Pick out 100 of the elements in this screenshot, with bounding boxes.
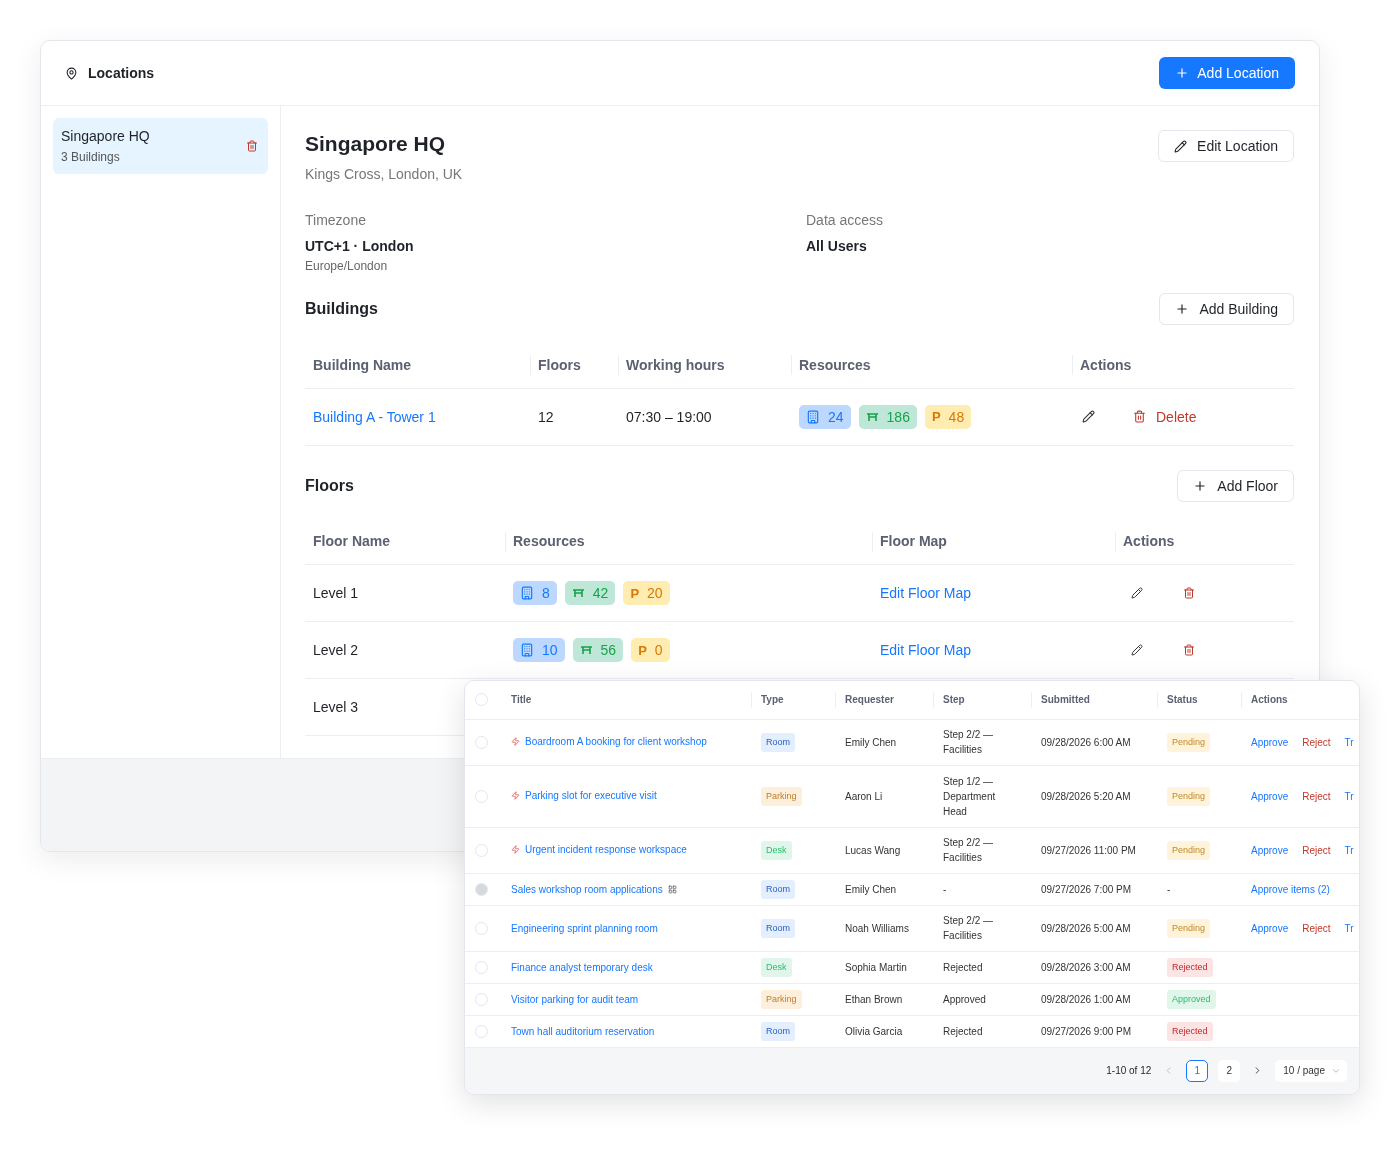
row-checkbox[interactable] [475,736,488,750]
select-all-checkbox[interactable] [475,693,488,707]
submitted-cell: 09/27/2026 11:00 PM [1031,827,1157,873]
request-title-link[interactable]: Visitor parking for audit team [511,991,639,1007]
action-link[interactable]: Reject [1302,734,1331,750]
field-label: Data access [806,212,885,228]
page-button[interactable]: 1 [1186,1059,1209,1082]
column-header: Submitted [1031,681,1157,719]
row-checkbox[interactable] [475,993,488,1007]
resource-tag: 186 [858,404,917,429]
building-icon [520,643,534,657]
page-size-select[interactable]: 10 / page [1275,1059,1347,1082]
delete-icon[interactable] [1181,642,1197,658]
building-icon [806,409,820,424]
floor-name: Level 2 [305,621,505,679]
submitted-cell: 09/28/2026 1:00 AM [1031,983,1157,1015]
edit-icon[interactable] [1080,408,1097,425]
parking-icon: P [931,409,941,424]
step-cell: Step 2/2 — Facilities [933,905,1031,951]
action-link[interactable]: Reject [1302,842,1331,858]
action-link[interactable]: Approve [1251,842,1289,858]
column-header: Step [933,681,1031,719]
column-header: Actions [1241,681,1359,719]
column-header: Resources [791,342,1072,388]
action-link[interactable]: Reject [1302,920,1331,936]
submitted-cell: 09/27/2026 9:00 PM [1031,1015,1157,1047]
row-checkbox[interactable] [475,961,488,975]
row-checkbox[interactable] [475,922,488,936]
type-tag: Desk [761,840,792,860]
request-title-link[interactable]: Engineering sprint planning room [511,920,658,936]
status-tag: Rejected [1167,957,1213,977]
action-link[interactable]: Tr [1344,788,1354,804]
requester-cell: Ethan Brown [835,983,933,1015]
location-name: Singapore HQ [61,128,150,144]
parking-icon: P [630,585,640,601]
delete-button[interactable]: Delete [1133,408,1197,425]
column-header: Building Name [305,342,530,388]
column-header: Floor Map [872,518,1115,565]
resource-tag: P 48 [924,404,972,429]
action-link[interactable]: Approve [1251,920,1289,936]
requester-cell: Emily Chen [835,873,933,905]
location-address: Kings Cross, London, UK [305,166,463,182]
request-title-link[interactable]: Parking slot for executive visit [511,788,657,803]
edit-location-button[interactable]: Edit Location [1158,130,1294,162]
field-label: Timezone [305,212,367,228]
action-link[interactable]: Approve [1251,734,1289,750]
requester-cell: Lucas Wang [835,827,933,873]
plus-icon [1193,478,1208,493]
pencil-icon [1174,139,1188,153]
resource-tag: P 0 [631,638,670,662]
request-title-link[interactable]: Urgent incident response workspace [511,842,687,857]
page-range: 1-10 of 12 [1106,1065,1152,1076]
status-tag: Pending [1167,732,1211,752]
column-header: Actions [1115,518,1294,565]
delete-icon[interactable] [1181,585,1197,601]
type-tag: Room [761,918,795,938]
type-tag: Parking [761,989,802,1009]
request-title-link[interactable]: Finance analyst temporary desk [511,959,653,975]
building-link[interactable]: Building A - Tower 1 [313,408,436,425]
column-header: Resources [505,518,872,565]
status-tag: Rejected [1167,1021,1213,1041]
location-item[interactable]: Singapore HQ 3 Buildings [53,118,268,174]
table-cell: 07:30 – 19:00 [618,388,791,445]
requester-cell: Aaron Li [835,765,933,827]
delete-icon[interactable] [244,138,260,154]
edit-floor-map-link[interactable]: Edit Floor Map [880,585,972,601]
action-link[interactable]: Tr [1344,920,1354,936]
plus-icon [1175,302,1190,316]
section-title: Floors [305,476,354,495]
action-link[interactable]: Approve [1251,788,1289,804]
add-floor-button[interactable]: Add Floor [1177,469,1294,502]
submitted-cell: 09/28/2026 6:00 AM [1031,719,1157,765]
building-count: 3 Buildings [61,150,121,164]
row-checkbox[interactable] [475,790,488,804]
desk-icon [865,411,879,422]
resource-tag: 8 [513,581,557,605]
request-title-link[interactable]: Boardroom A booking for client workshop [511,734,707,749]
desk-icon [579,645,593,655]
add-location-button[interactable]: Add Location [1159,57,1295,89]
step-cell: Approved [933,983,1031,1015]
submitted-cell: 09/28/2026 5:20 AM [1031,765,1157,827]
resource-tag: 10 [513,638,565,662]
request-title-link[interactable]: Town hall auditorium reservation [511,1023,655,1039]
resource-tag: 24 [799,404,851,429]
edit-icon[interactable] [1129,585,1145,601]
action-link[interactable]: Reject [1302,788,1331,804]
edit-floor-map-link[interactable]: Edit Floor Map [880,642,972,658]
row-checkbox[interactable] [475,1025,488,1039]
trash-icon [1133,410,1146,423]
edit-icon[interactable] [1129,642,1145,658]
section-title: Buildings [305,300,378,318]
page-button[interactable]: 2 [1218,1059,1241,1082]
action-link[interactable]: Tr [1344,842,1354,858]
step-cell: Step 2/2 — Facilities [933,719,1031,765]
row-checkbox[interactable] [475,844,488,858]
table-cell: 12 [530,388,618,445]
action-link[interactable]: Tr [1344,734,1354,750]
step-cell: Rejected [933,951,1031,983]
add-building-button[interactable]: Add Building [1159,293,1294,325]
type-tag: Room [761,1021,795,1041]
